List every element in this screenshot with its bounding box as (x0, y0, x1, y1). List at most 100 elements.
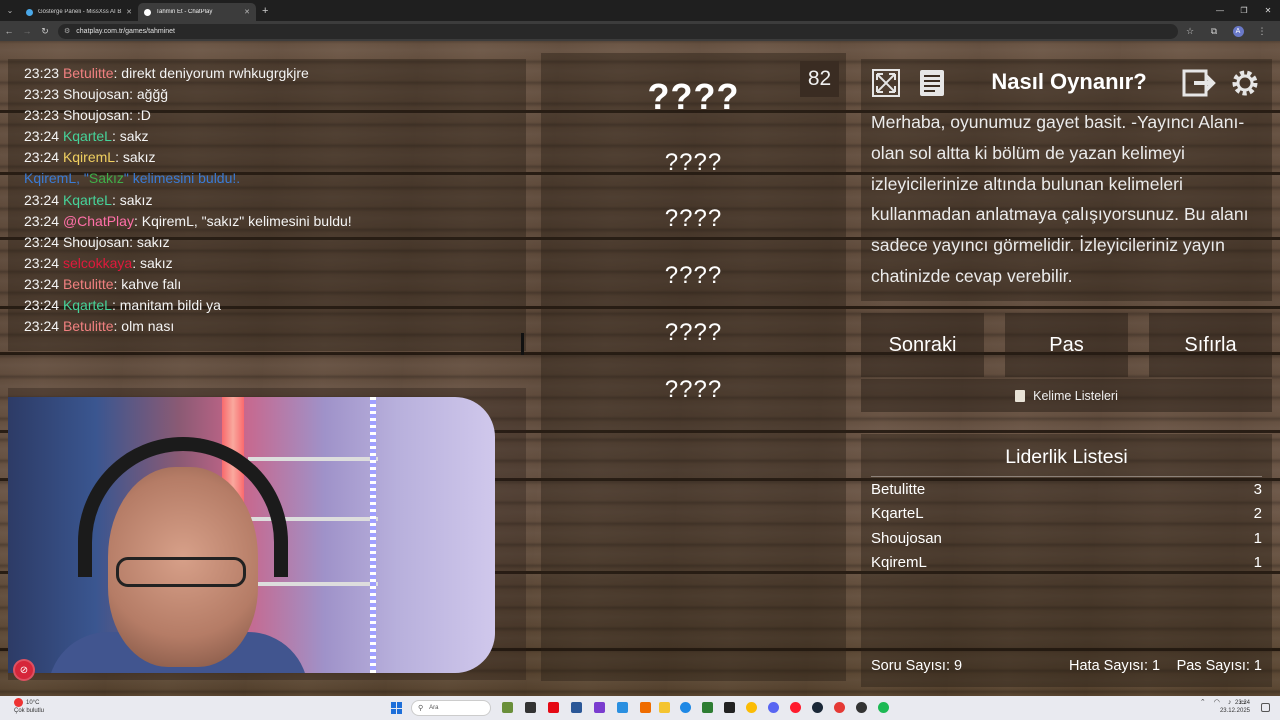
reload-icon[interactable]: ↻ (36, 21, 54, 41)
steam-icon[interactable] (812, 702, 823, 713)
chat-message: 23:24 KqarteL: manitam bildi ya (24, 295, 510, 316)
resize-handle[interactable] (521, 333, 524, 355)
webcam-video (8, 397, 495, 673)
app-icon[interactable] (594, 702, 605, 713)
app-icon[interactable] (525, 702, 536, 713)
url-input[interactable]: ⚙ chatplay.com.tr/games/tahminet (58, 23, 1178, 39)
chat-time: 23:24 (24, 318, 60, 335)
word-lists-button[interactable]: Kelime Listeleri (861, 379, 1272, 412)
wifi-icon[interactable]: ◠ (1214, 698, 1220, 706)
taskbar-search-input[interactable]: ⚲ Ara (411, 700, 491, 716)
app-icon-game[interactable] (502, 702, 513, 713)
app-icon[interactable] (724, 702, 735, 713)
chat-username[interactable]: KqarteL (63, 192, 112, 208)
pass-button[interactable]: Pas (1005, 313, 1128, 377)
extensions-icon[interactable]: ⧉ (1202, 26, 1226, 37)
weather-icon (14, 698, 23, 707)
browser-tab-chatplay[interactable]: Tahmin Et - ChatPlay ✕ (138, 3, 256, 21)
taskbar-clock[interactable]: 23:24 23.12.2025 (1220, 699, 1250, 715)
forward-icon[interactable]: → (18, 21, 36, 41)
notification-icon[interactable] (1261, 703, 1270, 712)
search-placeholder: Ara (429, 705, 439, 711)
chevron-up-icon[interactable]: ⌃ (1200, 698, 1206, 706)
browser-menu-icon[interactable]: ⋮ (1250, 26, 1274, 37)
forbidden-word: ???? (664, 319, 723, 346)
chat-username[interactable]: Shoujosan (63, 86, 129, 102)
windows-start-icon[interactable] (391, 702, 403, 714)
chat-text: : olm nası (113, 318, 175, 335)
chrome-icon[interactable] (746, 702, 757, 713)
chat-text: : kahve falı (113, 275, 182, 292)
tab-favicon-icon (26, 8, 33, 16)
forbidden-word: ???? (664, 149, 723, 176)
weather-widget[interactable]: 10°C Çok bulutlu (14, 698, 44, 715)
leaderboard-row: KqarteL 2 (871, 505, 1262, 522)
minimize-icon[interactable]: — (1208, 0, 1232, 21)
weather-temp: 10°C (26, 700, 40, 707)
site-info-icon[interactable]: ⚙ (64, 27, 70, 35)
chat-username[interactable]: Betulitte (63, 276, 114, 292)
opera-icon[interactable] (790, 702, 801, 713)
app-icon[interactable] (617, 702, 628, 713)
chat-username[interactable]: KqarteL (63, 128, 112, 144)
how-to-play-text: Merhaba, oyunumuz gayet basit. -Yayıncı … (871, 112, 1249, 286)
reset-button[interactable]: Sıfırla (1149, 313, 1272, 377)
notice-text: " kelimesini buldu!. (123, 170, 241, 187)
question-count: Soru Sayısı: 9 (871, 658, 963, 674)
chat-system-notice: KqiremL, "Sakız" kelimesini buldu!. (24, 168, 510, 189)
tab-close-icon[interactable]: ✕ (244, 8, 250, 16)
leaderboard-row: Betulitte 3 (871, 481, 1262, 498)
tab-close-icon[interactable]: ✕ (126, 8, 132, 16)
spotify-icon[interactable] (878, 702, 889, 713)
clock-time: 23:24 (1234, 700, 1250, 706)
bookmark-star-icon[interactable]: ☆ (1178, 26, 1202, 37)
how-to-play-panel: Nasıl Oynanır? Merhaba, oyunumuz gayet b… (861, 59, 1272, 301)
profile-avatar[interactable]: A (1226, 25, 1250, 37)
app-icon[interactable] (571, 702, 582, 713)
chat-time: 23:24 (24, 233, 60, 250)
app-icon[interactable] (702, 702, 713, 713)
exit-icon[interactable] (1182, 66, 1216, 100)
file-explorer-icon[interactable] (659, 702, 670, 713)
chat-username[interactable]: Betulitte (63, 318, 114, 334)
settings-gear-icon[interactable] (1228, 66, 1262, 100)
chat-message: 23:24 Shoujosan: sakız (24, 232, 510, 253)
words-panel (541, 53, 846, 681)
netflix-icon[interactable] (548, 702, 559, 713)
close-window-icon[interactable]: ✕ (1256, 0, 1280, 21)
pass-count: Pas Sayısı: 1 (1176, 658, 1262, 674)
edge-icon[interactable] (680, 702, 691, 713)
secret-word: ???? (647, 76, 740, 117)
chat-username[interactable]: @ChatPlay (63, 213, 134, 229)
chat-username[interactable]: KqarteL (63, 297, 112, 313)
chat-text: : manitam bildi ya (111, 297, 221, 314)
tab-title: Tahmin Et - ChatPlay (156, 9, 213, 15)
chat-message: 23:24 KqarteL: sakız (24, 190, 510, 211)
discord-icon[interactable] (768, 702, 779, 713)
chat-text: : KqiremL, "sakız" kelimesini buldu! (133, 212, 352, 229)
chat-text: : ağğğ (129, 86, 169, 103)
record-icon[interactable]: ⊘ (13, 659, 35, 681)
chat-text: : sakız (132, 254, 173, 271)
leaderboard-row: KqiremL 1 (871, 554, 1262, 571)
player-score: 2 (1253, 505, 1262, 522)
obs-icon[interactable] (856, 702, 867, 713)
back-icon[interactable]: ← (0, 21, 18, 41)
new-tab-icon[interactable]: + (262, 5, 268, 17)
word-list-icon[interactable] (915, 66, 949, 100)
app-icon[interactable] (834, 702, 845, 713)
fullscreen-icon[interactable] (869, 66, 903, 100)
tab-search-icon[interactable]: ⌄ (0, 0, 20, 21)
maximize-icon[interactable]: ❐ (1232, 0, 1256, 21)
app-icon[interactable] (640, 702, 651, 713)
chat-username[interactable]: Shoujosan (63, 234, 129, 250)
chat-username[interactable]: Betulitte (63, 65, 114, 81)
leaderboard-row: Shoujosan 1 (871, 530, 1262, 547)
chat-username[interactable]: Shoujosan (63, 107, 129, 123)
chat-username[interactable]: KqiremL (63, 149, 115, 165)
browser-tab-dashboard[interactable]: Gösterge Paneli - MissXss AI B... ✕ (20, 3, 138, 21)
next-button[interactable]: Sonraki (861, 313, 984, 377)
chat-username[interactable]: selcokkaya (63, 255, 132, 271)
player-name: KqiremL (871, 554, 927, 571)
player-name: Betulitte (871, 481, 926, 498)
